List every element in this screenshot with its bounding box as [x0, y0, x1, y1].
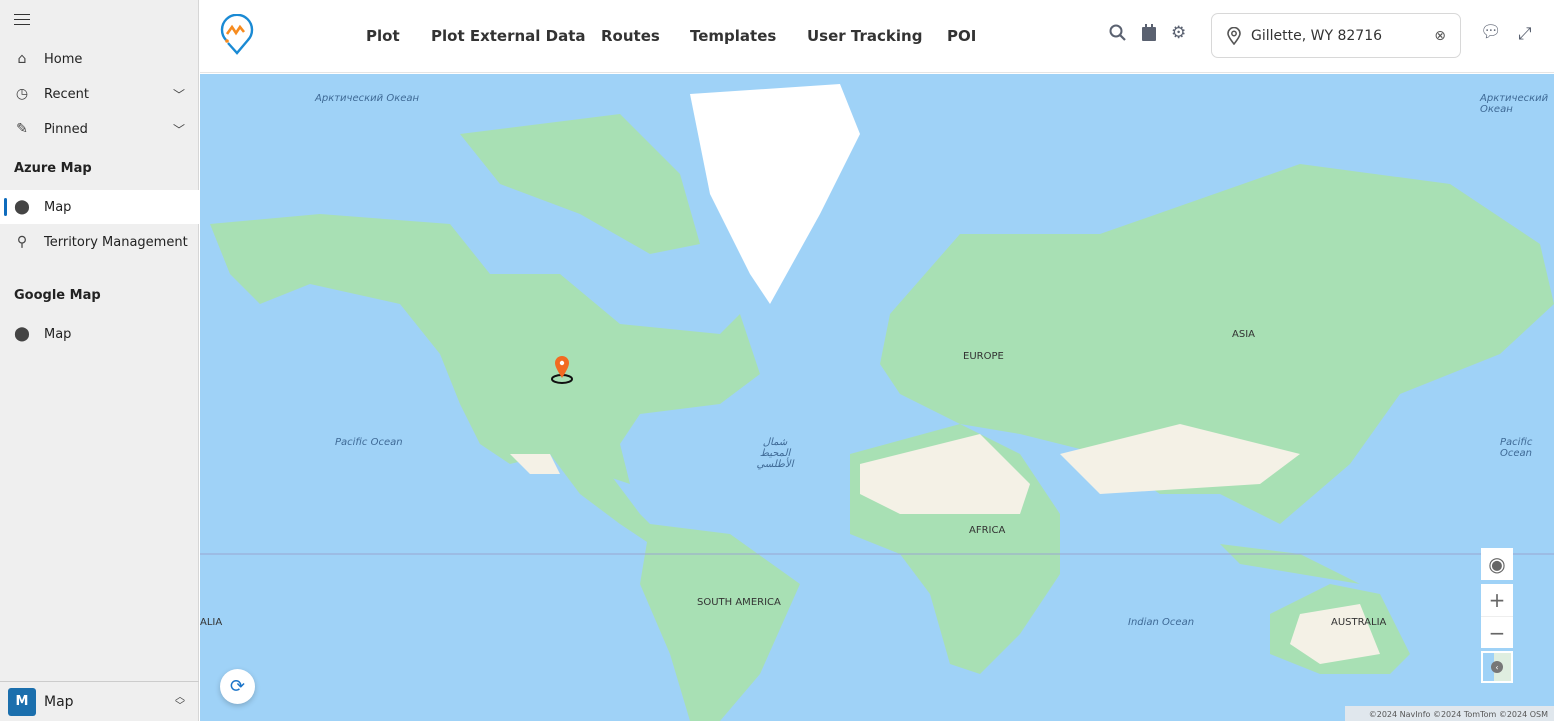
app-name: Map: [44, 693, 74, 710]
section-google-map: Google Map: [14, 288, 101, 303]
zoom-in-button[interactable]: +: [1481, 584, 1513, 616]
clear-icon[interactable]: ⊗: [1434, 28, 1446, 44]
minus-icon: −: [1488, 620, 1506, 645]
sidebar-item-google-map[interactable]: ⬤ Map: [0, 317, 199, 351]
plus-icon: +: [1488, 588, 1506, 612]
menu-plot[interactable]: Plot: [366, 27, 400, 45]
territory-icon: ⚲: [16, 234, 28, 250]
zoom-out-button[interactable]: −: [1481, 616, 1513, 648]
map-style-thumbnail-icon: ‹: [1483, 653, 1511, 681]
southeast-asia: [1220, 544, 1360, 584]
sidebar-item-territory-management[interactable]: ⚲ Territory Management: [0, 225, 199, 259]
calendar-icon[interactable]: [1141, 24, 1157, 42]
search-icon[interactable]: [1109, 24, 1127, 42]
pin-icon: ✎: [16, 121, 28, 137]
app-logo: [220, 14, 254, 55]
map-marker-icon: ⬤: [14, 326, 30, 342]
clock-icon: ◷: [15, 86, 29, 102]
menu-poi[interactable]: POI: [947, 27, 976, 45]
locate-icon: ◉: [1488, 552, 1506, 576]
label-pacific-ocean-east: Pacific Ocean: [1500, 437, 1533, 459]
app-badge: M: [8, 687, 36, 716]
refresh-icon: ⟳: [229, 676, 246, 697]
greenland: [690, 84, 860, 304]
location-pin-icon: [1227, 26, 1241, 45]
app-switcher[interactable]: M Map ︿ ﹀: [0, 681, 199, 721]
sidebar-item-azure-map[interactable]: ⬤ Map: [0, 190, 199, 224]
sidebar-item-recent[interactable]: ◷ Recent ﹀: [0, 77, 199, 111]
map-marker-icon: ⬤: [14, 199, 30, 215]
map-attribution: ©2024 NavInfo ©2024 TomTom ©2024 OSM: [1344, 706, 1554, 721]
label-pacific-ocean: Pacific Ocean: [335, 437, 403, 448]
sidebar-item-home[interactable]: ⌂ Home: [0, 42, 199, 76]
gear-icon[interactable]: ⚙: [1171, 23, 1186, 43]
label-europe: EUROPE: [963, 351, 1004, 362]
location-search[interactable]: ⊗: [1211, 13, 1461, 58]
chevron-up-down-icon[interactable]: ︿ ﹀: [175, 692, 185, 711]
map-canvas[interactable]: Арктический Океан Арктический Океан Paci…: [200, 74, 1554, 721]
sidebar: ⌂ Home ◷ Recent ﹀ ✎ Pinned ﹀ Azure Map ⬤ Map ⚲…: [0, 0, 199, 721]
menu-templates[interactable]: Templates: [690, 27, 776, 45]
chevron-down-icon[interactable]: ﹀: [173, 121, 185, 138]
label-indian-ocean: Indian Ocean: [1128, 617, 1195, 628]
location-input[interactable]: [1251, 27, 1421, 44]
my-location-button[interactable]: ◉: [1481, 548, 1513, 580]
section-azure-map: Azure Map: [14, 161, 92, 176]
home-icon: ⌂: [17, 51, 27, 67]
menu-plot-external-data[interactable]: Plot External Data: [431, 27, 586, 45]
label-atlantic-ocean: شمال المحيط الأطلسي: [756, 437, 794, 470]
label-africa: AFRICA: [969, 525, 1006, 536]
label-south-america: SOUTH AMERICA: [697, 597, 781, 608]
menu-user-tracking[interactable]: User Tracking: [807, 27, 922, 45]
label-asia: ASIA: [1232, 329, 1255, 340]
label-arctic-ocean-east: Арктический Океан: [1480, 93, 1549, 115]
menu-routes[interactable]: Routes: [601, 27, 660, 45]
refresh-button[interactable]: ⟳: [220, 669, 255, 704]
arctic-islands: [460, 114, 700, 254]
chat-icon[interactable]: 💬︎: [1480, 22, 1502, 42]
label-australia-wrapped: ALIA: [200, 617, 223, 628]
label-australia: AUSTRALIA: [1331, 617, 1387, 628]
label-arctic-ocean: Арктический Океан: [315, 93, 420, 104]
sidebar-item-pinned[interactable]: ✎ Pinned ﹀: [0, 112, 199, 146]
chevron-down-icon[interactable]: ﹀: [173, 86, 185, 103]
top-bar: Plot Plot External Data Routes Templates…: [200, 0, 1554, 73]
north-america: [210, 214, 760, 484]
expand-icon[interactable]: ⤢: [1518, 24, 1532, 44]
map-style-button[interactable]: ‹: [1481, 651, 1513, 683]
hamburger-menu-icon[interactable]: [14, 14, 30, 26]
